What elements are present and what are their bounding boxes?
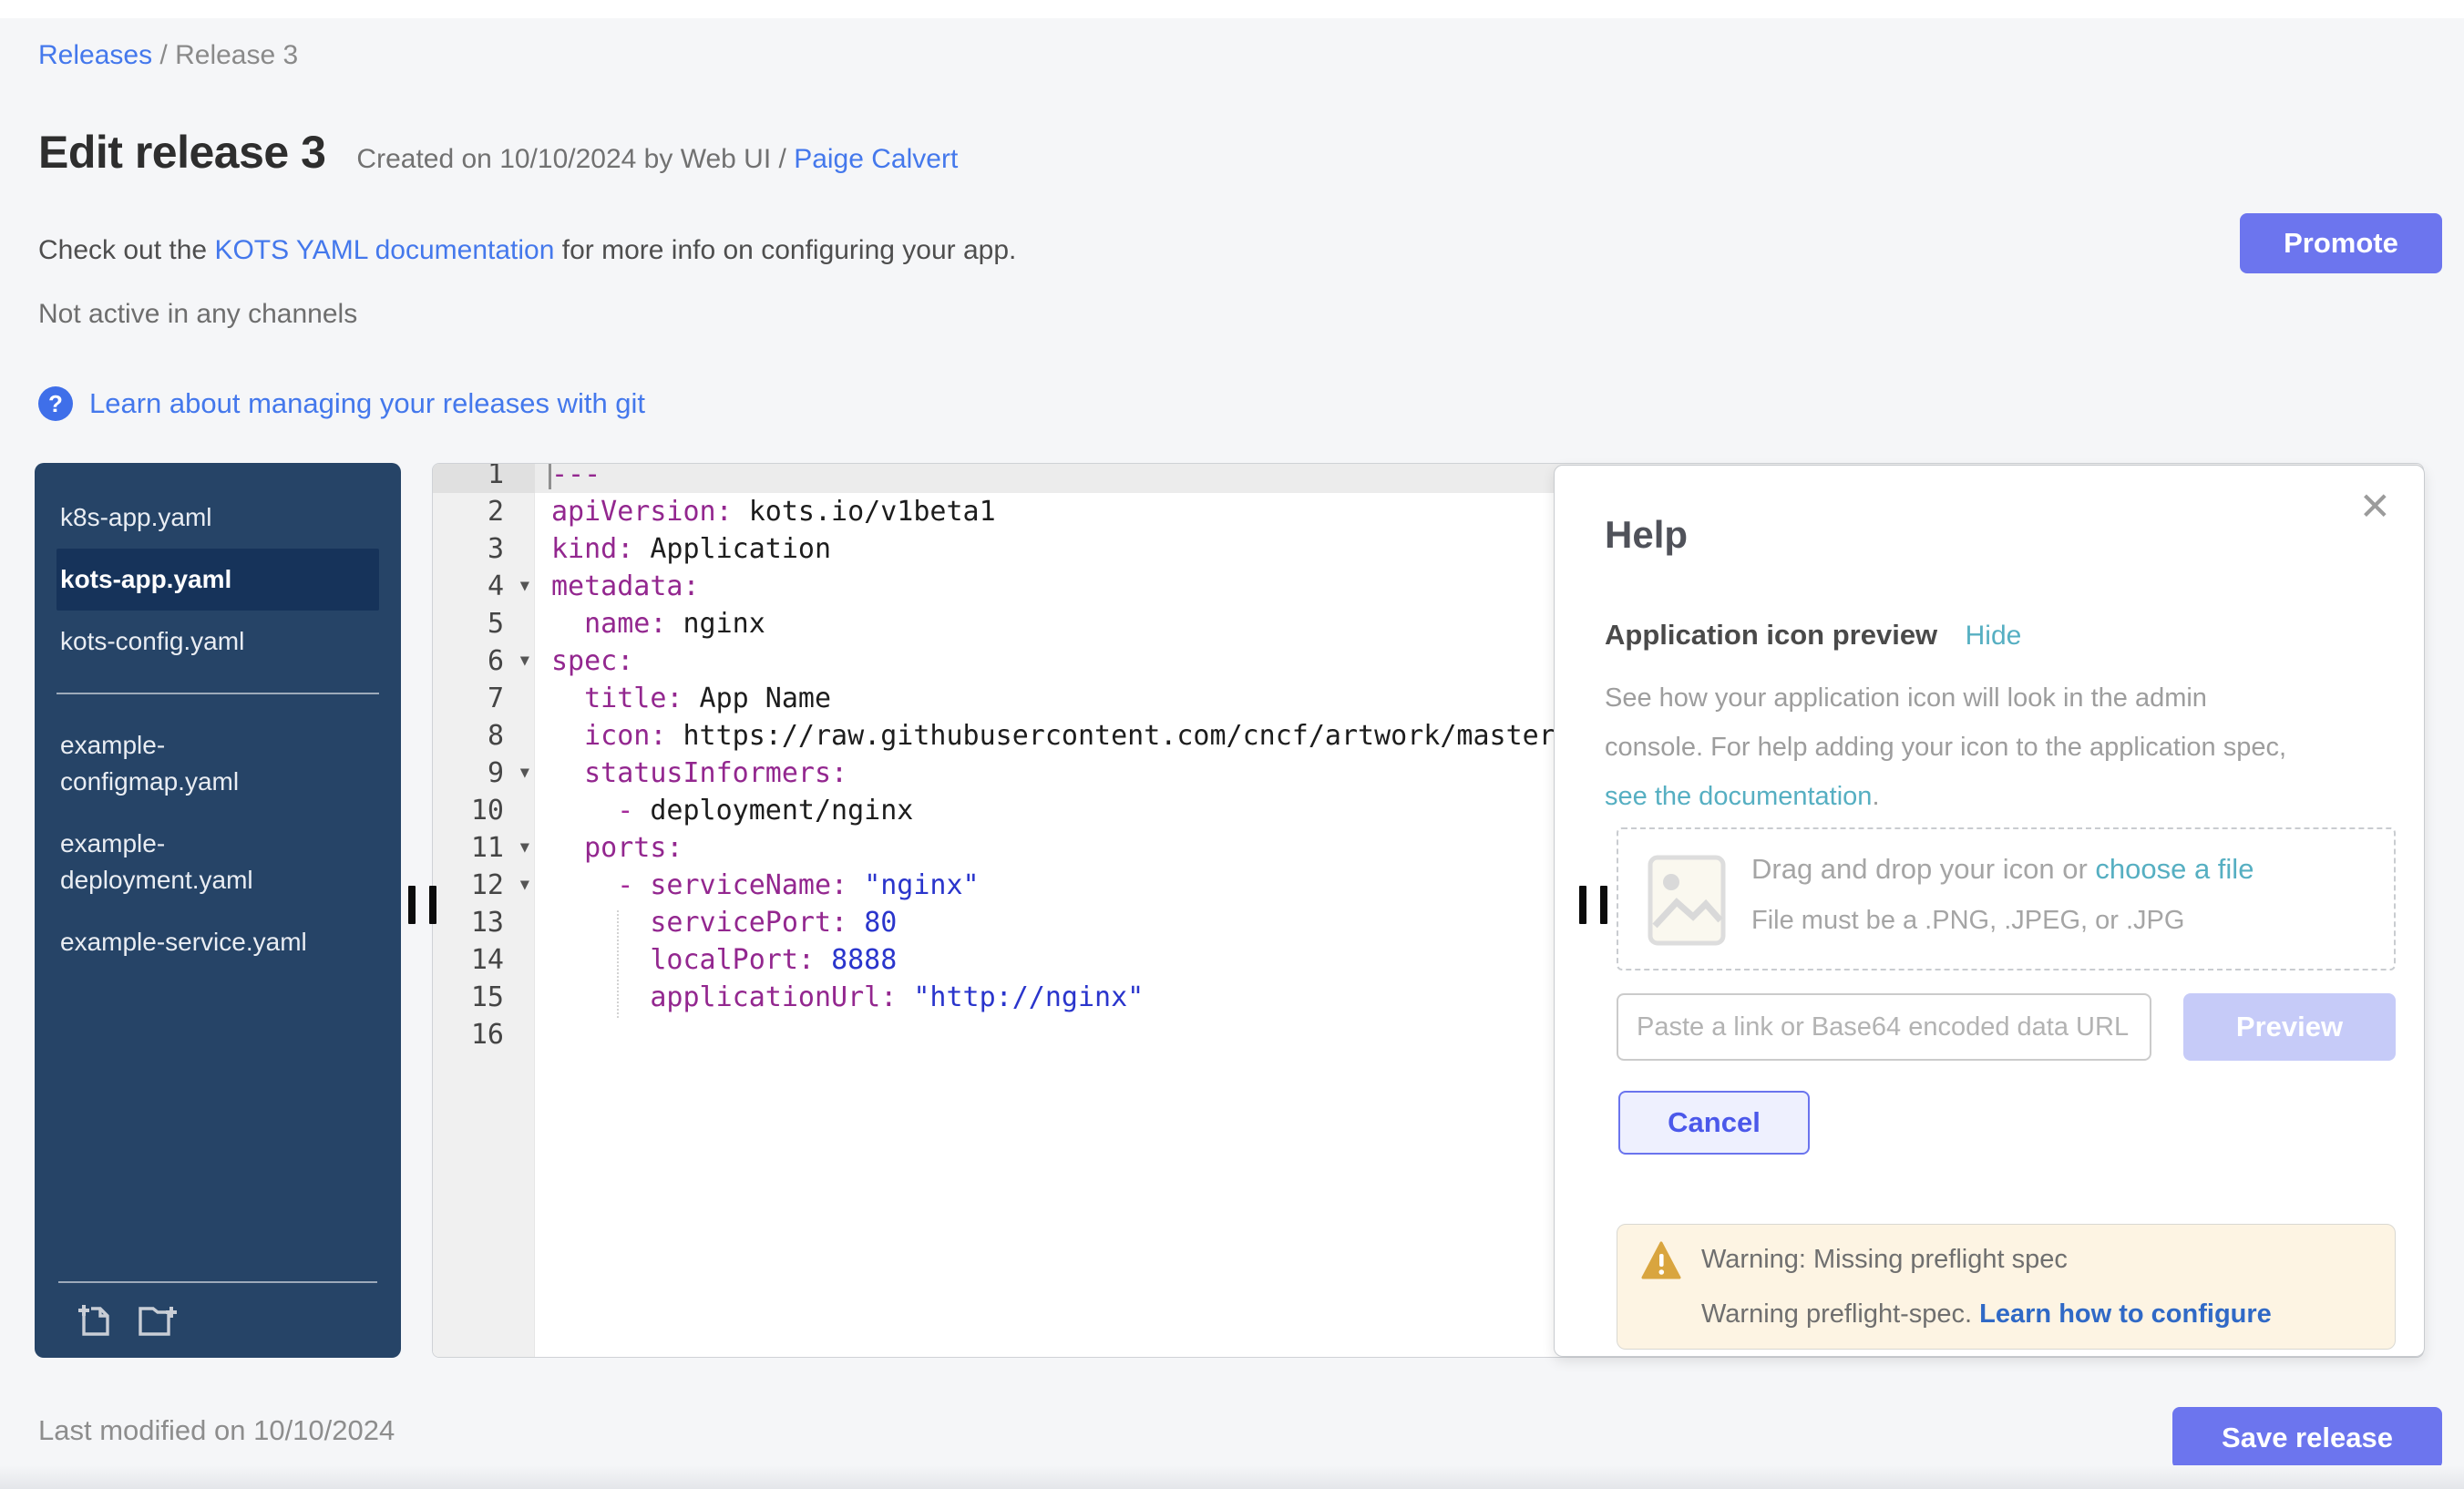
created-prefix: Created on 10/10/2024 by Web UI /	[356, 144, 794, 174]
sidebar-item-k8s-app-yaml[interactable]: k8s-app.yaml	[56, 487, 379, 549]
kots-yaml-docs-link[interactable]: KOTS YAML documentation	[214, 235, 554, 265]
drop-instruction: Drag and drop your icon or choose a file	[1751, 853, 2254, 886]
fold-arrow-icon[interactable]: ▼	[520, 642, 529, 680]
drop-instruction-text: Drag and drop your icon or	[1751, 853, 2095, 885]
line-number: 11▼	[433, 829, 535, 867]
fold-arrow-icon[interactable]: ▼	[520, 867, 529, 904]
close-icon[interactable]: ✕	[2359, 488, 2391, 526]
line-number: 2	[433, 493, 535, 530]
help-panel: ✕ Help Application icon preview Hide See…	[1554, 465, 2425, 1357]
docs-line-before: Check out the	[38, 235, 214, 265]
line-number: 16	[433, 1016, 535, 1053]
add-folder-icon[interactable]	[137, 1298, 179, 1340]
line-number: 14	[433, 941, 535, 979]
preview-button[interactable]: Preview	[2183, 993, 2396, 1061]
docs-line-after: for more info on configuring your app.	[554, 235, 1016, 265]
pane-resize-handle-left[interactable]	[408, 886, 436, 924]
docs-line: Check out the KOTS YAML documentation fo…	[38, 235, 1016, 266]
warning-text-2: Warning preflight-spec. Learn how to con…	[1701, 1299, 2272, 1330]
file-list-divider	[56, 693, 379, 694]
line-number: 5	[433, 605, 535, 642]
promote-button[interactable]: Promote	[2240, 213, 2442, 273]
sidebar-bottom	[35, 1281, 401, 1358]
fold-arrow-icon[interactable]: ▼	[520, 568, 529, 605]
help-title: Help	[1605, 513, 1688, 557]
cancel-button[interactable]: Cancel	[1618, 1091, 1810, 1155]
git-help-link[interactable]: ? Learn about managing your releases wit…	[38, 386, 645, 421]
created-author-link[interactable]: Paige Calvert	[794, 144, 958, 174]
icon-drop-area[interactable]: Drag and drop your icon or choose a file…	[1617, 827, 2396, 970]
warning-text-1: Warning: Missing preflight spec	[1701, 1245, 2068, 1275]
title-row: Edit release 3 Created on 10/10/2024 by …	[38, 126, 958, 179]
line-number: 4▼	[433, 568, 535, 605]
text-cursor	[549, 463, 551, 489]
top-chrome-strip	[0, 0, 2464, 18]
indent-guide	[617, 910, 619, 1018]
git-help-label: Learn about managing your releases with …	[89, 387, 645, 420]
created-info: Created on 10/10/2024 by Web UI / Paige …	[356, 144, 958, 175]
description-line-3: see the documentation.	[1605, 772, 2286, 821]
sidebar-item-example-deployment-yaml[interactable]: example- deployment.yaml	[56, 813, 379, 911]
file-sidebar: k8s-app.yamlkots-app.yamlkots-config.yam…	[35, 463, 401, 1358]
page-title: Edit release 3	[38, 126, 325, 179]
warning-icon	[1641, 1241, 1681, 1279]
fold-arrow-icon[interactable]: ▼	[520, 755, 529, 792]
line-number: 13	[433, 904, 535, 941]
line-number: 3	[433, 530, 535, 568]
breadcrumb-current: Release 3	[175, 40, 298, 70]
add-file-icon[interactable]	[75, 1298, 117, 1340]
icon-url-input[interactable]	[1617, 993, 2151, 1061]
breadcrumb-releases-link[interactable]: Releases	[38, 40, 152, 70]
file-list: k8s-app.yamlkots-app.yamlkots-config.yam…	[35, 463, 401, 973]
line-number: 15	[433, 979, 535, 1016]
image-placeholder-icon	[1648, 855, 1726, 946]
icon-preview-title: Application icon preview	[1605, 619, 1937, 651]
hide-link[interactable]: Hide	[1966, 621, 2022, 651]
breadcrumb-separator: /	[152, 40, 175, 70]
drop-filetypes: File must be a .PNG, .JPEG, or .JPG	[1751, 906, 2184, 936]
learn-how-to-configure-link[interactable]: Learn how to configure	[1979, 1299, 2272, 1329]
icon-preview-description: See how your application icon will look …	[1605, 673, 2286, 821]
see-documentation-link[interactable]: see the documentation	[1605, 782, 1872, 811]
breadcrumb: Releases / Release 3	[38, 40, 298, 71]
choose-file-link[interactable]: choose a file	[2095, 853, 2254, 885]
last-modified-text: Last modified on 10/10/2024	[38, 1414, 395, 1447]
warning-text-2-prefix: Warning preflight-spec.	[1701, 1299, 1979, 1329]
sidebar-item-kots-app-yaml[interactable]: kots-app.yaml	[56, 549, 379, 611]
description-period: .	[1872, 782, 1879, 811]
save-release-button[interactable]: Save release	[2172, 1407, 2442, 1469]
line-number: 1	[433, 463, 535, 493]
sidebar-item-example-service-yaml[interactable]: example-service.yaml	[56, 911, 379, 973]
line-number: 10	[433, 792, 535, 829]
line-number: 8	[433, 717, 535, 755]
sidebar-item-example-configmap-yaml[interactable]: example- configmap.yaml	[56, 714, 379, 813]
line-number: 6▼	[433, 642, 535, 680]
fold-arrow-icon[interactable]: ▼	[520, 829, 529, 867]
line-number: 7	[433, 680, 535, 717]
question-icon: ?	[38, 386, 73, 421]
description-line-1: See how your application icon will look …	[1605, 673, 2286, 723]
sidebar-item-kots-config-yaml[interactable]: kots-config.yaml	[56, 611, 379, 673]
line-number: 12▼	[433, 867, 535, 904]
bottom-chrome-strip	[0, 1465, 2464, 1489]
preflight-warning-box: Warning: Missing preflight spec Warning …	[1617, 1224, 2396, 1350]
channel-status: Not active in any channels	[38, 299, 357, 330]
line-number: 9▼	[433, 755, 535, 792]
description-line-2: console. For help adding your icon to th…	[1605, 723, 2286, 772]
pane-resize-handle-right[interactable]	[1579, 886, 1607, 924]
